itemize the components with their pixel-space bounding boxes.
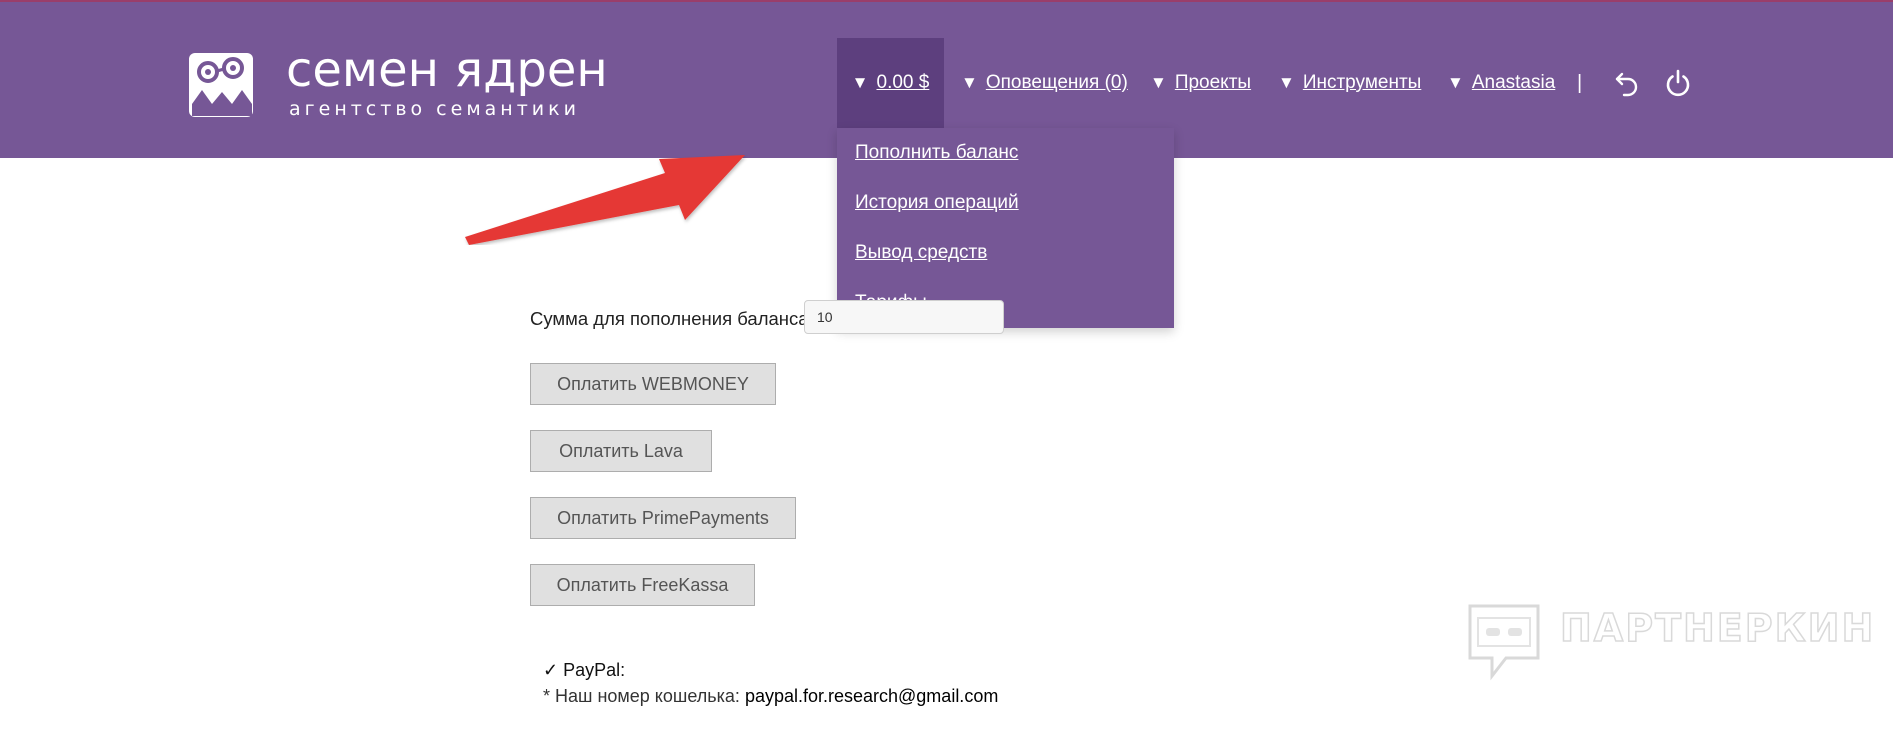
nav-balance-label[interactable]: 0.00 $ xyxy=(877,72,930,94)
pay-freekassa-button[interactable]: Оплатить FreeKassa xyxy=(530,564,755,606)
power-icon[interactable] xyxy=(1663,68,1693,98)
wallet-email: paypal.for.research@gmail.com xyxy=(744,686,999,706)
nav-separator: | xyxy=(1577,72,1583,94)
menu-item-withdraw[interactable]: Вывод средств xyxy=(855,242,987,264)
balance-dropdown-menu: Пополнить баланс История операций Вывод … xyxy=(837,128,1174,328)
triangle-down-icon: ▼ xyxy=(851,73,869,92)
paypal-label: PayPal: xyxy=(563,660,626,680)
nav-tools[interactable]: ▼ Инструменты xyxy=(1278,38,1421,128)
triangle-down-icon: ▼ xyxy=(1447,73,1464,92)
logo-title: семен ядрен xyxy=(286,42,608,98)
pay-webmoney-button[interactable]: Оплатить WEBMONEY xyxy=(530,363,776,405)
nav-projects-label[interactable]: Проекты xyxy=(1175,72,1251,94)
nav-notifications-label[interactable]: Оповещения (0) xyxy=(986,72,1128,94)
nav-user[interactable]: ▼ Anastasia xyxy=(1447,38,1555,128)
watermark-text: ПАРТНЕРКИН xyxy=(1559,605,1876,651)
amount-label: Сумма для пополнения баланса: xyxy=(530,308,814,329)
pay-primepayments-button[interactable]: Оплатить PrimePayments xyxy=(530,497,796,539)
wallet-label: * Наш номер кошелька: xyxy=(543,686,740,706)
checkmark-icon: ✓ xyxy=(543,660,559,680)
menu-item-top-up[interactable]: Пополнить баланс xyxy=(855,142,1018,164)
nav-balance[interactable]: ▼ 0.00 $ xyxy=(837,38,944,128)
triangle-down-icon: ▼ xyxy=(1278,73,1295,92)
menu-item-history[interactable]: История операций xyxy=(855,192,1019,214)
paypal-heading: ✓ PayPal: xyxy=(543,660,625,681)
nav-tools-label[interactable]: Инструменты xyxy=(1303,72,1421,94)
amount-input[interactable] xyxy=(804,300,1004,334)
arrow-annotation xyxy=(465,155,745,245)
nav-user-label[interactable]: Anastasia xyxy=(1472,72,1555,94)
logo-subtitle: агентство семантики xyxy=(289,98,580,120)
logo-icon[interactable] xyxy=(188,52,254,118)
pay-lava-button[interactable]: Оплатить Lava xyxy=(530,430,712,472)
paypal-wallet: * Наш номер кошелька: paypal.for.researc… xyxy=(543,686,998,707)
nav-projects[interactable]: ▼ Проекты xyxy=(1150,38,1251,128)
nav-notifications[interactable]: ▼ Оповещения (0) xyxy=(961,38,1128,128)
triangle-down-icon: ▼ xyxy=(1150,73,1167,92)
triangle-down-icon: ▼ xyxy=(961,73,978,92)
undo-icon[interactable] xyxy=(1612,68,1642,98)
watermark-icon xyxy=(1468,604,1540,681)
